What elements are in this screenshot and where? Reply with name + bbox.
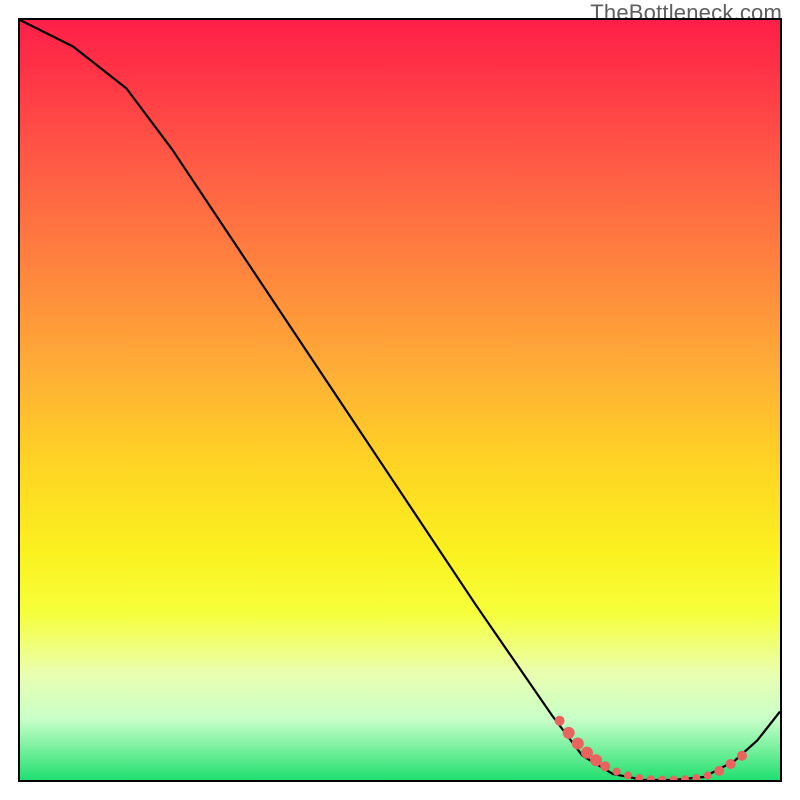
data-dot	[590, 754, 602, 766]
data-dot	[681, 775, 689, 780]
plot-overlay	[20, 20, 780, 780]
data-dot	[692, 774, 700, 780]
data-dot	[658, 776, 666, 780]
bottleneck-curve	[20, 20, 780, 780]
data-dot	[737, 751, 747, 761]
data-dot	[555, 716, 565, 726]
data-dot	[726, 759, 736, 769]
plot-frame	[18, 18, 782, 782]
data-dot	[647, 775, 655, 780]
dot-series	[555, 716, 747, 780]
data-dot	[635, 774, 643, 780]
data-dot	[572, 738, 584, 750]
data-dot	[600, 761, 610, 771]
data-dot	[624, 771, 632, 779]
data-dot	[714, 766, 724, 776]
data-dot	[670, 776, 678, 780]
data-dot	[704, 771, 712, 779]
chart-stage: TheBottleneck.com	[0, 0, 800, 800]
data-dot	[563, 727, 575, 739]
data-dot	[613, 768, 621, 776]
